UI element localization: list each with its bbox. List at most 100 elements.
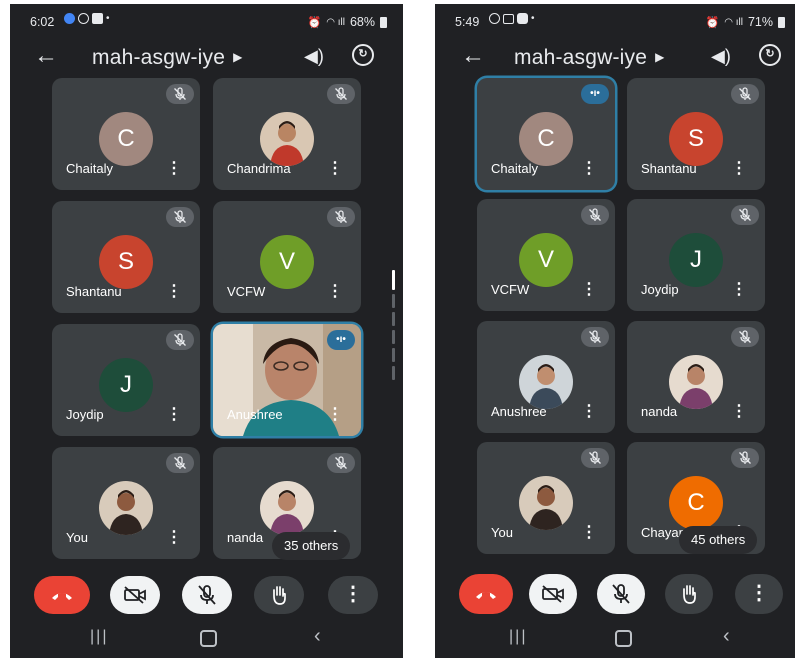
others-count-chip[interactable]: 35 others <box>272 532 351 560</box>
more-vert-icon[interactable]: ⋮ <box>731 279 747 299</box>
avatar-photo <box>99 481 153 535</box>
system-nav-bar: ||| ‹ <box>10 618 403 658</box>
mic-off-icon <box>166 330 194 350</box>
more-options-button[interactable]: ⋮ <box>328 576 378 614</box>
alarm-icon: ⏰ <box>307 16 322 29</box>
participant-name: You <box>66 530 88 545</box>
switch-camera-icon[interactable]: ↻ <box>352 44 374 66</box>
participant-tile[interactable]: You ⋮ <box>52 447 200 559</box>
raise-hand-button[interactable] <box>254 576 304 614</box>
wifi-signal-icon: ◠ ıll <box>326 16 345 28</box>
mic-toggle-button[interactable] <box>597 574 645 614</box>
participant-tile[interactable]: C •ı• Chaitaly ⋮ <box>477 78 615 190</box>
status-right: ⏰ ◠ ıll 68% <box>308 15 387 29</box>
participant-name: Chaitaly <box>66 161 113 176</box>
back-arrow-icon[interactable]: ← <box>34 42 58 70</box>
phone-screen-right: 5:49 • ⏰ ◠ ıll 71% ← mah-asgw-iye ▶ ◀) ↻ … <box>435 4 795 658</box>
participant-tile[interactable]: J Joydip ⋮ <box>627 199 765 311</box>
avatar-photo <box>519 476 573 530</box>
more-vert-icon[interactable]: ⋮ <box>327 158 343 178</box>
more-vert-icon[interactable]: ⋮ <box>327 404 343 424</box>
home-icon[interactable] <box>200 630 217 647</box>
status-time: 6:02 <box>30 15 55 29</box>
participant-tile[interactable]: S Shantanu ⋮ <box>52 201 200 313</box>
camera-toggle-button[interactable] <box>529 574 577 614</box>
more-vert-icon[interactable]: ⋮ <box>581 522 597 542</box>
mic-off-icon <box>327 453 355 473</box>
participant-name: Shantanu <box>66 284 122 299</box>
raise-hand-icon <box>273 586 286 605</box>
participant-tile[interactable]: V VCFW ⋮ <box>477 199 615 311</box>
participant-name: You <box>491 525 513 540</box>
nav-back-icon[interactable]: ‹ <box>314 625 321 648</box>
wifi-signal-icon: ◠ ıll <box>724 16 743 28</box>
others-count-chip[interactable]: 45 others <box>679 526 758 554</box>
participant-tile[interactable]: nanda ⋮ <box>627 321 765 433</box>
participant-tile[interactable]: Anushree ⋮ <box>477 321 615 433</box>
grid-scrollbar[interactable] <box>392 270 395 384</box>
end-call-icon <box>52 593 72 600</box>
mic-off-icon <box>731 84 759 104</box>
meeting-top-bar: ← mah-asgw-iye ▶ ◀) ↻ <box>10 38 403 78</box>
mic-off-icon <box>612 584 630 604</box>
more-options-button[interactable]: ⋮ <box>735 574 783 614</box>
speaker-icon[interactable]: ◀) <box>304 46 324 67</box>
participant-tile[interactable]: S Shantanu ⋮ <box>627 78 765 190</box>
meeting-title[interactable]: mah-asgw-iye ▶ <box>92 46 243 70</box>
participant-name: VCFW <box>227 284 266 299</box>
mic-off-icon <box>731 448 759 468</box>
recent-apps-icon[interactable]: ||| <box>509 628 527 646</box>
more-vert-icon[interactable]: ⋮ <box>166 158 182 178</box>
avatar-letter: V <box>519 233 573 287</box>
home-icon[interactable] <box>615 630 632 647</box>
participant-tile[interactable]: V VCFW ⋮ <box>213 201 361 313</box>
mic-off-icon <box>166 84 194 104</box>
more-vert-icon[interactable]: ⋮ <box>166 281 182 301</box>
nav-back-icon[interactable]: ‹ <box>723 625 730 648</box>
status-bar: 6:02 • ⏰ ◠ ıll 68% <box>10 4 403 38</box>
more-vert-icon: ⋮ <box>749 582 769 604</box>
more-vert-icon: ⋮ <box>343 583 363 605</box>
video-off-icon <box>124 586 146 604</box>
mic-off-icon <box>327 207 355 227</box>
call-controls: ⋮ <box>435 574 795 624</box>
speaking-indicator-icon: •ı• <box>327 330 355 350</box>
meeting-title-text: mah-asgw-iye <box>514 46 648 69</box>
meeting-title-text: mah-asgw-iye <box>92 46 226 69</box>
back-arrow-icon[interactable]: ← <box>461 42 485 70</box>
status-time: 5:49 <box>455 15 480 29</box>
participant-tile[interactable]: Chandrima ⋮ <box>213 78 361 190</box>
more-vert-icon[interactable]: ⋮ <box>327 281 343 301</box>
mic-toggle-button[interactable] <box>182 576 232 614</box>
participant-name: Chaitaly <box>491 161 538 176</box>
end-call-button[interactable] <box>459 574 513 614</box>
participant-tile[interactable]: •ı• Anushree ⋮ <box>213 324 361 436</box>
call-controls: ⋮ <box>10 574 403 624</box>
caret-right-icon: ▶ <box>233 50 243 64</box>
battery-percent: 68% <box>349 15 375 29</box>
end-call-button[interactable] <box>34 576 90 614</box>
avatar-photo <box>260 112 314 166</box>
more-vert-icon[interactable]: ⋮ <box>581 279 597 299</box>
raise-hand-button[interactable] <box>665 574 713 614</box>
caret-right-icon: ▶ <box>655 50 665 64</box>
participant-tile[interactable]: You ⋮ <box>477 442 615 554</box>
more-vert-icon[interactable]: ⋮ <box>166 404 182 424</box>
more-vert-icon[interactable]: ⋮ <box>731 401 747 421</box>
more-vert-icon[interactable]: ⋮ <box>166 527 182 547</box>
participant-tile[interactable]: C Chaitaly ⋮ <box>52 78 200 190</box>
participant-tile[interactable]: J Joydip ⋮ <box>52 324 200 436</box>
meeting-top-bar: ← mah-asgw-iye ▶ ◀) ↻ <box>435 38 795 78</box>
camera-toggle-button[interactable] <box>110 576 160 614</box>
speaker-icon[interactable]: ◀) <box>711 46 731 67</box>
system-nav-bar: ||| ‹ <box>435 618 795 658</box>
recent-apps-icon[interactable]: ||| <box>90 628 108 646</box>
end-call-icon <box>476 592 496 599</box>
more-vert-icon[interactable]: ⋮ <box>581 401 597 421</box>
switch-camera-icon[interactable]: ↻ <box>759 44 781 66</box>
more-vert-icon[interactable]: ⋮ <box>731 158 747 178</box>
avatar-photo <box>519 355 573 409</box>
avatar-letter: C <box>519 112 573 166</box>
meeting-title[interactable]: mah-asgw-iye ▶ <box>514 46 665 70</box>
more-vert-icon[interactable]: ⋮ <box>581 158 597 178</box>
